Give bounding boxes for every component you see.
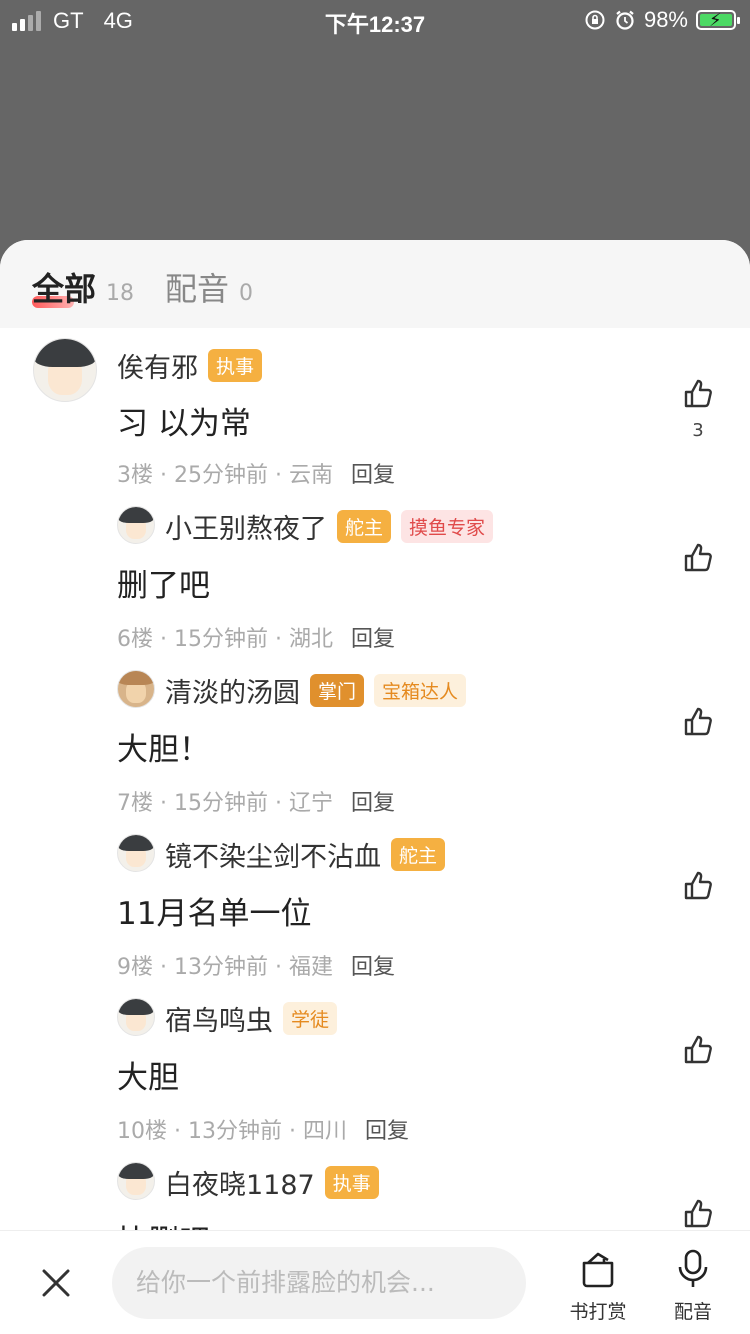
tab-dub-label: 配音 [165,270,230,308]
thumbs-up-icon [684,707,712,736]
avatar[interactable] [117,506,155,544]
tab-all-count: 18 [106,281,135,306]
comment-username[interactable]: 宿鸟鸣虫 [165,999,273,1038]
comment-sheet: 全部 18 配音 0 俟有邪 执事 习 以为常 3楼 · 25分钟前 · 云南回… [0,240,750,1334]
comment-text: 习 以为常 [117,406,251,442]
tab-all[interactable]: 全部 18 [32,264,134,310]
user-badge: 执事 [324,1166,379,1199]
user-badge: 学徒 [283,1002,338,1035]
avatar[interactable] [117,1162,155,1200]
tab-dub[interactable]: 配音 0 [165,264,253,310]
comment-tabs: 全部 18 配音 0 [0,240,750,328]
user-badge: 执事 [208,349,263,382]
avatar[interactable] [33,338,97,402]
comment-username[interactable]: 清淡的汤圆 [165,671,300,710]
comment-meta: 10楼 · 13分钟前 · 四川 回复 [117,1119,409,1144]
close-icon[interactable] [38,1265,74,1301]
microphone-icon [678,1249,708,1287]
like-button[interactable] [682,870,714,906]
reward-label: 书打赏 [569,1301,627,1323]
thumbs-up-icon [684,1199,712,1228]
user-badge: 摸鱼专家 [401,510,494,543]
book-reward-icon [582,1252,614,1288]
comment-text: 快删吧 [117,1216,210,1230]
thumbs-up-icon [684,543,712,572]
tab-all-label: 全部 [32,270,97,308]
comment-username[interactable]: 镜不染尘剑不沾血 [165,835,381,874]
comment-meta: 6楼 · 15分钟前 · 湖北 回复 [117,627,395,652]
reply-button[interactable]: 回复 [351,627,395,652]
battery-percent: 98% [643,7,688,32]
avatar[interactable] [117,834,155,872]
comment-meta: 9楼 · 13分钟前 · 福建 回复 [117,955,395,980]
user-badge: 掌门 [310,674,365,707]
user-badge: 舵主 [337,510,392,543]
reply-button[interactable]: 回复 [351,791,395,816]
comment-text: 大胆！ [117,732,210,768]
reply-button[interactable]: 回复 [351,955,395,980]
like-button[interactable] [682,1198,714,1230]
user-badge: 宝箱达人 [374,674,467,707]
tab-dub-count: 0 [239,281,254,306]
alarm-icon [616,10,634,30]
status-bar: GT 4G 下午12:37 98% ⚡ [0,0,750,40]
like-button[interactable] [682,542,714,578]
reply-button[interactable]: 回复 [365,1119,409,1144]
thumbs-up-icon [684,1035,712,1064]
like-button[interactable] [682,1034,714,1070]
rotation-lock-icon [585,10,605,30]
dub-button[interactable]: 配音 [658,1247,728,1324]
battery-icon: ⚡ [696,10,740,30]
avatar[interactable] [117,670,155,708]
like-button[interactable]: 3 [682,378,714,441]
user-badge: 舵主 [391,838,446,871]
comment-input-bar: 给你一个前排露脸的机会... 书打赏 配音 [0,1230,750,1334]
comment-text: 11月名单一位 [117,896,312,932]
reward-button[interactable]: 书打赏 [563,1247,633,1324]
comment-text: 大胆 [117,1060,179,1096]
like-button[interactable] [682,706,714,742]
like-count: 3 [692,420,704,441]
dub-label: 配音 [673,1301,712,1323]
thumbs-up-icon [684,871,712,900]
comment-list[interactable]: 俟有邪 执事 习 以为常 3楼 · 25分钟前 · 云南 回复 3 小王别熬夜了 … [0,328,750,1230]
comment-username[interactable]: 小王别熬夜了 [165,507,327,546]
comment-text: 删了吧 [117,568,210,604]
comment-username[interactable]: 俟有邪 [117,346,198,385]
reply-button[interactable]: 回复 [351,463,395,488]
thumbs-up-icon [684,379,712,408]
avatar[interactable] [117,998,155,1036]
comment-meta: 7楼 · 15分钟前 · 辽宁 回复 [117,791,395,816]
comment-input[interactable]: 给你一个前排露脸的机会... [112,1247,526,1319]
comment-meta: 3楼 · 25分钟前 · 云南 回复 [117,463,395,488]
comment-username[interactable]: 白夜晓1187 [165,1163,315,1202]
